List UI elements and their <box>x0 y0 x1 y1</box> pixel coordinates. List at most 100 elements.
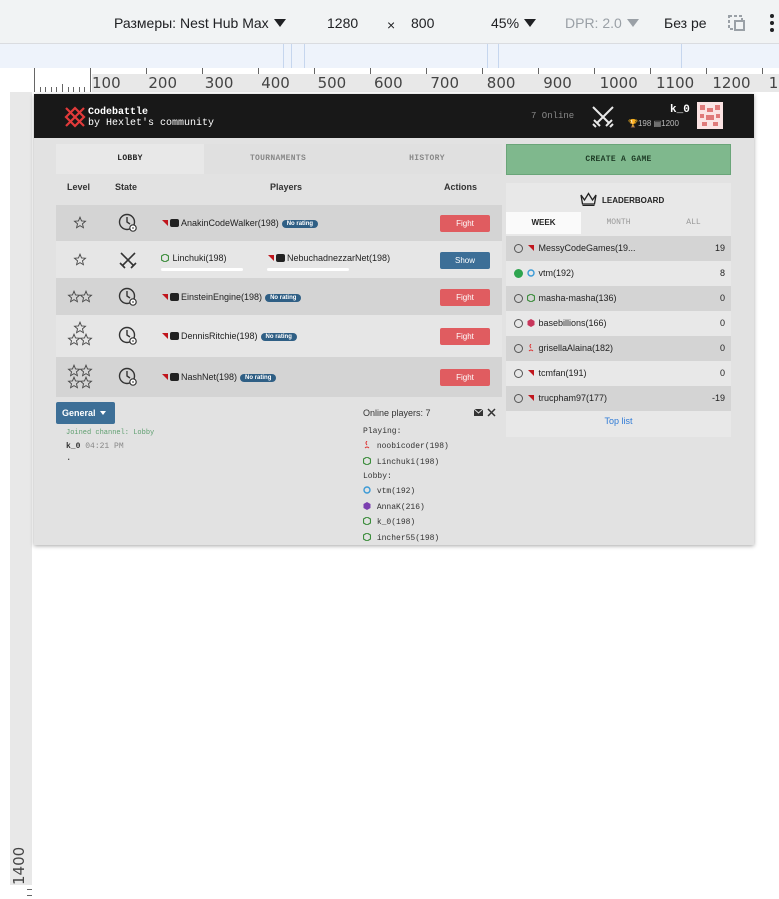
node-icon <box>363 532 371 541</box>
online-user[interactable]: vtm(192) <box>363 486 415 496</box>
rating-badge: No rating <box>265 293 302 302</box>
ruby-icon <box>528 370 534 376</box>
leaderboard-user: trucpham97(177) <box>527 393 607 403</box>
player-one[interactable]: NashNet(198) No rating <box>161 372 277 382</box>
leaderboard-row[interactable]: trucpham97(177) -19 <box>506 386 731 411</box>
system-message: Joined channel: Lobby <box>66 429 155 437</box>
player-one[interactable]: Linchuki(198) <box>161 253 227 263</box>
level-stars-icon <box>73 252 87 266</box>
period-month[interactable]: MONTH <box>581 212 656 234</box>
online-user[interactable]: Linchuki(198) <box>363 456 439 467</box>
online-status-dot <box>514 294 523 303</box>
tab-tournaments[interactable]: TOURNAMENTS <box>204 144 352 174</box>
ruby-icon <box>528 245 534 251</box>
waiting-clock-icon <box>118 326 137 345</box>
online-user[interactable]: noobicoder(198) <box>363 441 449 451</box>
leaderboard-score: 19 <box>714 243 725 253</box>
ruby-icon <box>162 220 168 226</box>
game-row: DennisRitchie(198) No rating Fight <box>56 315 502 357</box>
game-row: Linchuki(198) NebuchadnezzarNet(198) Show <box>56 241 502 278</box>
golang-icon <box>363 486 371 494</box>
period-week[interactable]: WEEK <box>506 212 581 234</box>
device-label: Размеры: Nest Hub Max <box>114 15 269 31</box>
online-user-name: AnnaK(216) <box>376 502 425 512</box>
tab-history[interactable]: HISTORY <box>352 144 502 174</box>
level-stars-icon <box>67 364 93 389</box>
message-author[interactable]: k_0 <box>66 442 80 451</box>
online-status-dot <box>514 319 523 328</box>
level-stars-icon <box>67 289 93 303</box>
waiting-clock-icon <box>118 213 137 232</box>
times-sign: × <box>387 17 396 33</box>
waiting-clock-icon <box>118 367 137 386</box>
leaderboard-row[interactable]: vtm(192) 8 <box>506 261 731 286</box>
rotate-icon[interactable] <box>727 13 747 33</box>
dropdown-arrow-icon <box>626 19 639 27</box>
period-all[interactable]: ALL <box>656 212 731 234</box>
leaderboard-row[interactable]: basebillions(166) 0 <box>506 311 731 336</box>
online-user-name: incher55(198) <box>376 533 440 543</box>
navbar: Codebattle by Hexlet's community 7 Onlin… <box>34 94 754 138</box>
online-count: 7 Online <box>531 111 575 121</box>
user-avatar[interactable] <box>697 102 723 129</box>
leaderboard-row[interactable]: tcmfan(191) 0 <box>506 361 731 386</box>
top-list-link[interactable]: Top list <box>506 416 731 426</box>
level-stars-icon <box>73 216 87 229</box>
dropdown-arrow-icon <box>524 19 537 27</box>
width-field[interactable]: 1280 <box>327 15 358 31</box>
create-game-button[interactable]: CREATE A GAME <box>506 144 731 175</box>
device-select[interactable]: Размеры: Nest Hub Max <box>114 15 286 31</box>
online-user[interactable]: incher55(198) <box>363 532 440 543</box>
mail-icon[interactable] <box>474 409 483 416</box>
leaderboard-row[interactable]: masha-masha(136) 0 <box>506 286 731 311</box>
leaderboard-score: 0 <box>719 318 725 328</box>
fight-button[interactable]: Fight <box>440 328 490 345</box>
player-one[interactable]: EinsteinEngine(198) No rating <box>161 292 302 302</box>
bot-icon <box>170 373 179 381</box>
ruler-label: 1400 <box>10 660 32 886</box>
leaderboard-user: vtm(192) <box>527 268 574 278</box>
right-column: CREATE A GAME LEADERBOARD WEEK MONTH ALL… <box>506 144 731 544</box>
user-rank: 198 <box>637 119 652 128</box>
node-icon <box>363 517 371 525</box>
level-stars-icon <box>67 321 93 346</box>
fight-button[interactable]: Fight <box>440 288 490 306</box>
tab-lobby[interactable]: LOBBY <box>56 144 204 174</box>
brand-subtitle: by Hexlet's community <box>88 118 215 129</box>
crossed-swords-icon[interactable] <box>590 104 616 130</box>
throttle-select[interactable]: Без ре <box>664 15 707 31</box>
player-one[interactable]: DennisRitchie(198) No rating <box>161 331 297 341</box>
more-options-icon[interactable] <box>768 13 776 33</box>
online-user[interactable]: k_0(198) <box>363 517 415 527</box>
zoom-select[interactable]: 45% <box>491 15 537 31</box>
toolbar-divider <box>283 8 298 34</box>
bot-icon <box>276 253 285 262</box>
device-viewport: Codebattle by Hexlet's community 7 Onlin… <box>34 94 754 545</box>
rating-badge: No rating <box>260 333 297 341</box>
height-field[interactable]: 800 <box>411 15 434 31</box>
leaderboard-row[interactable]: MessyCodeGames(19... 19 <box>506 236 731 261</box>
fight-button[interactable]: Fight <box>440 215 490 232</box>
elixir-icon <box>527 319 535 327</box>
fight-button[interactable]: Fight <box>440 369 490 386</box>
brand-title[interactable]: Codebattle <box>88 107 148 118</box>
codebattle-logo-icon[interactable] <box>64 106 86 128</box>
player-name: Linchuki(198) <box>172 252 227 263</box>
swords-filter-icon[interactable] <box>487 408 496 417</box>
player-one[interactable]: AnakinCodeWalker(198) No rating <box>161 218 319 228</box>
username[interactable]: k_0 <box>670 104 690 116</box>
channel-dropdown[interactable]: General <box>56 402 115 424</box>
player-two[interactable]: NebuchadnezzarNet(198) <box>267 253 390 263</box>
ruby-icon <box>162 293 168 300</box>
player-name: AnakinCodeWalker(198) <box>181 218 279 228</box>
leaderboard-score: -19 <box>711 393 725 403</box>
leaderboard-row[interactable]: grisellaAlaina(182) 0 <box>506 336 731 361</box>
online-user[interactable]: AnnaK(216) <box>363 501 425 512</box>
rating-badge: No rating <box>240 374 277 382</box>
online-user-name: k_0(198) <box>376 518 416 527</box>
column-players: Players <box>270 182 303 192</box>
leaderboard-user-name: MessyCodeGames(19... <box>538 243 636 253</box>
show-button[interactable]: Show <box>440 251 490 269</box>
golang-icon <box>527 269 535 277</box>
dpr-select[interactable]: DPR: 2.0 <box>565 15 639 31</box>
